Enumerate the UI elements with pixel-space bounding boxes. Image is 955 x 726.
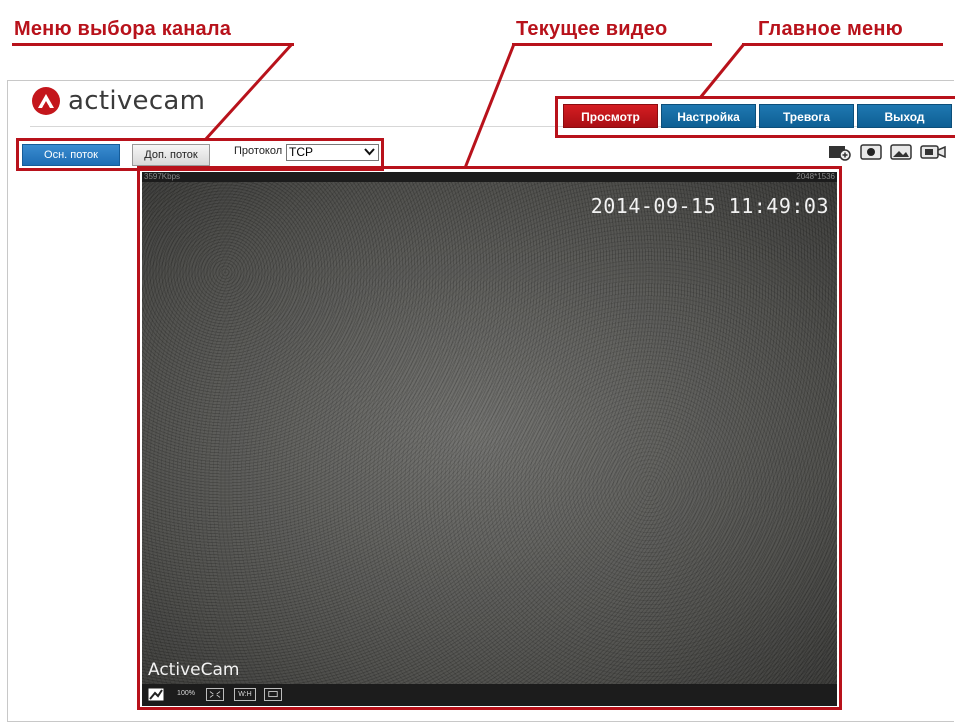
- annotation-channel-menu: Меню выбора канала: [14, 18, 232, 40]
- record-icon[interactable]: [860, 143, 882, 161]
- snapshot-icon[interactable]: [890, 143, 912, 161]
- annotation-main-menu-underline: [742, 43, 943, 46]
- annotation-box-video: [137, 166, 842, 710]
- annotation-main-menu: Главное меню: [758, 18, 903, 40]
- annotation-current-video: Текущее видео: [516, 18, 668, 40]
- logo-mark-icon: [32, 87, 60, 115]
- annotation-box-main-menu: [555, 96, 955, 138]
- zoom-in-icon[interactable]: [828, 143, 852, 161]
- annotation-current-video-underline: [512, 43, 712, 46]
- logo-text: activecam: [68, 86, 206, 116]
- camera-icon[interactable]: [920, 143, 946, 161]
- annotation-channel-menu-underline: [12, 43, 294, 46]
- logo: activecam: [32, 86, 205, 116]
